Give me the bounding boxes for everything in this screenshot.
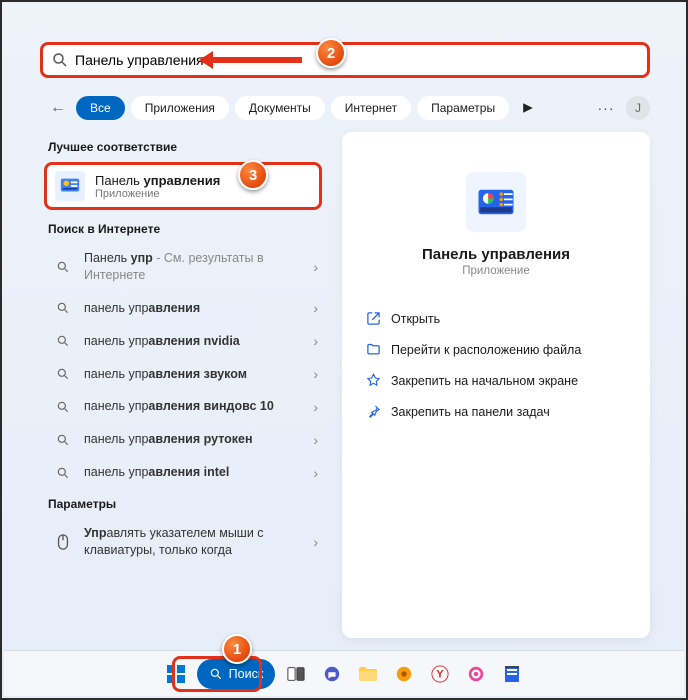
action-label: Закрепить на начальном экране xyxy=(391,374,578,388)
taskbar-search-label: Поиск xyxy=(229,667,264,681)
web-search-header: Поиск в Интернете xyxy=(38,214,328,242)
control-panel-icon xyxy=(55,171,85,201)
taskbar-yandex[interactable]: Y xyxy=(425,659,455,689)
web-result-text: Панель упр - См. результаты в Интернете xyxy=(84,250,301,284)
web-result-text: панель управления xyxy=(84,300,301,317)
search-input[interactable] xyxy=(75,52,639,68)
taskbar-taskview[interactable] xyxy=(281,659,311,689)
best-match-item[interactable]: Панель управления Приложение xyxy=(44,162,322,210)
tab-apps[interactable]: Приложения xyxy=(131,96,229,120)
web-result[interactable]: панель управления виндовс 10 › xyxy=(38,390,328,423)
annotation-badge-2: 2 xyxy=(316,38,346,68)
tab-settings[interactable]: Параметры xyxy=(417,96,509,120)
folder-icon xyxy=(366,342,381,357)
pin-icon xyxy=(366,404,381,419)
user-avatar[interactable]: J xyxy=(626,96,650,120)
action-pin-taskbar[interactable]: Закрепить на панели задач xyxy=(362,396,630,427)
search-icon xyxy=(56,367,72,381)
taskbar-explorer[interactable] xyxy=(353,659,383,689)
open-icon xyxy=(366,311,381,326)
tab-documents[interactable]: Документы xyxy=(235,96,325,120)
action-open[interactable]: Открыть xyxy=(362,303,630,334)
taskbar-app[interactable] xyxy=(389,659,419,689)
taskbar-app[interactable] xyxy=(497,659,527,689)
search-icon xyxy=(56,400,72,414)
search-icon xyxy=(56,466,72,480)
chevron-right-icon: › xyxy=(313,300,318,316)
filter-tabs: ← Все Приложения Документы Интернет Пара… xyxy=(46,90,650,126)
annotation-badge-1: 1 xyxy=(222,634,252,664)
chevron-right-icon: › xyxy=(313,465,318,481)
action-pin-start[interactable]: Закрепить на начальном экране xyxy=(362,365,630,396)
best-match-title: Панель управления xyxy=(95,173,220,188)
annotation-badge-3: 3 xyxy=(238,160,268,190)
mouse-icon xyxy=(56,534,72,550)
web-result[interactable]: панель управления nvidia › xyxy=(38,325,328,358)
web-result-text: панель управления виндовс 10 xyxy=(84,398,301,415)
settings-header: Параметры xyxy=(38,489,328,517)
web-result[interactable]: панель управления intel › xyxy=(38,456,328,489)
best-match-sub: Приложение xyxy=(95,188,220,200)
web-result-text: панель управления intel xyxy=(84,464,301,481)
more-button[interactable]: ··· xyxy=(592,100,620,116)
tabs-overflow-icon[interactable] xyxy=(515,95,541,121)
search-icon xyxy=(56,260,72,274)
web-result[interactable]: панель управления рутокен › xyxy=(38,423,328,456)
chevron-right-icon: › xyxy=(313,366,318,382)
taskbar-chat[interactable] xyxy=(317,659,347,689)
start-button[interactable] xyxy=(161,659,191,689)
chevron-right-icon: › xyxy=(313,259,318,275)
annotation-arrow xyxy=(202,57,302,63)
search-icon xyxy=(56,334,72,348)
search-icon xyxy=(56,301,72,315)
web-result[interactable]: Панель упр - См. результаты в Интернете … xyxy=(38,242,328,292)
chevron-right-icon: › xyxy=(313,432,318,448)
tab-internet[interactable]: Интернет xyxy=(331,96,411,120)
chevron-right-icon: › xyxy=(313,399,318,415)
settings-result[interactable]: Управлять указателем мыши с клавиатуры, … xyxy=(38,517,328,567)
taskbar: Поиск Y xyxy=(4,650,684,696)
control-panel-icon xyxy=(466,172,526,232)
web-result-text: панель управления рутокен xyxy=(84,431,301,448)
action-label: Перейти к расположению файла xyxy=(391,343,581,357)
preview-title: Панель управления xyxy=(362,246,630,263)
pin-icon xyxy=(366,373,381,388)
back-button[interactable]: ← xyxy=(46,99,70,117)
preview-pane: Панель управления Приложение Открыть Пер… xyxy=(342,132,650,638)
web-result[interactable]: панель управления › xyxy=(38,292,328,325)
web-result-text: панель управления звуком xyxy=(84,366,301,383)
chevron-right-icon: › xyxy=(313,333,318,349)
results-pane: Лучшее соответствие Панель управления Пр… xyxy=(38,132,328,638)
settings-result-text: Управлять указателем мыши с клавиатуры, … xyxy=(84,525,301,559)
web-result-text: панель управления nvidia xyxy=(84,333,301,350)
web-result[interactable]: панель управления звуком › xyxy=(38,358,328,391)
search-icon xyxy=(51,51,69,69)
best-match-header: Лучшее соответствие xyxy=(38,132,328,160)
action-label: Закрепить на панели задач xyxy=(391,405,550,419)
action-label: Открыть xyxy=(391,312,440,326)
tab-all[interactable]: Все xyxy=(76,96,125,120)
taskbar-app[interactable] xyxy=(461,659,491,689)
preview-subtitle: Приложение xyxy=(362,265,630,277)
search-icon xyxy=(56,433,72,447)
chevron-right-icon: › xyxy=(313,534,318,550)
svg-text:Y: Y xyxy=(437,668,445,680)
action-file-location[interactable]: Перейти к расположению файла xyxy=(362,334,630,365)
search-icon xyxy=(209,667,223,681)
